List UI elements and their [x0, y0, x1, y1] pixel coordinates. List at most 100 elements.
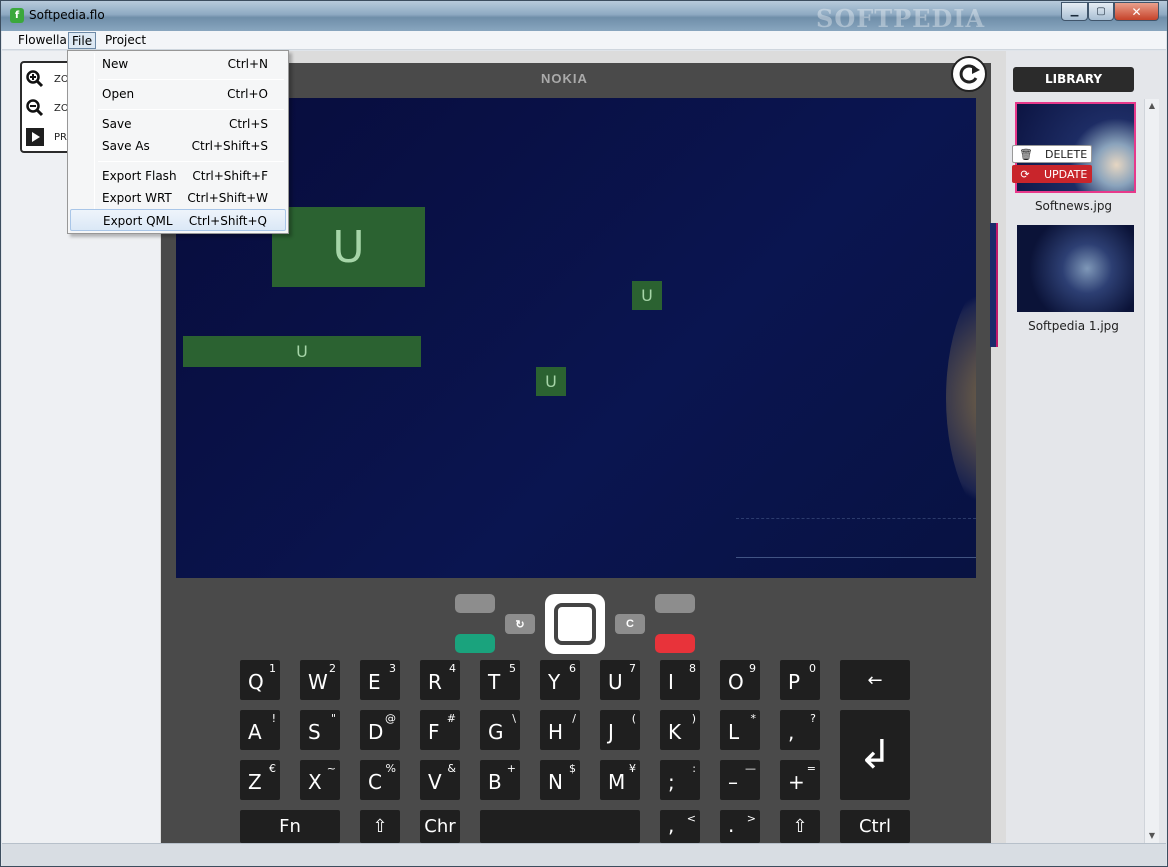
key-j[interactable]: J( [600, 710, 640, 750]
close-button[interactable]: ✕ [1114, 2, 1159, 21]
key-q[interactable]: Q1 [240, 660, 280, 700]
menu-item-shortcut: Ctrl+S [228, 117, 268, 131]
key-sub: 2 [329, 662, 336, 675]
key-backspace[interactable]: ← [840, 660, 910, 700]
menu-item-label: Open [102, 87, 135, 101]
key-w[interactable]: W2 [300, 660, 340, 700]
key-minus[interactable]: – — [720, 760, 760, 800]
menu-item-export-qml[interactable]: Export QML Ctrl+Shift+Q [70, 209, 286, 231]
delete-label: DELETE [1045, 147, 1088, 161]
key-u[interactable]: U7 [600, 660, 640, 700]
key-v[interactable]: V & [420, 760, 460, 800]
zoom-out-icon [26, 99, 44, 117]
dpad-center[interactable] [554, 603, 596, 645]
clear-key[interactable]: C [615, 614, 645, 634]
key-n[interactable]: N $ [540, 760, 580, 800]
key-sub: + [506, 762, 516, 775]
key-x[interactable]: X ~ [300, 760, 340, 800]
key-shift-right[interactable]: ⇧ [780, 810, 820, 843]
key-semicolon[interactable]: ;: [660, 760, 700, 800]
menu-item-open[interactable]: Open Ctrl+O [70, 83, 286, 105]
app-icon: f [10, 8, 24, 23]
key-main: T [488, 670, 501, 694]
menu-project[interactable]: Project [102, 32, 149, 49]
key-fn[interactable]: Fn [240, 810, 340, 843]
key-p[interactable]: P0 [780, 660, 820, 700]
minimize-button[interactable]: ▁ [1061, 2, 1088, 21]
next-screen-preview[interactable] [990, 223, 998, 347]
scroll-down-icon[interactable]: ▼ [1145, 829, 1159, 843]
update-button[interactable]: ⟳ UPDATE [1012, 165, 1092, 183]
rotate-device-button[interactable] [951, 56, 987, 92]
key-sub: 7 [629, 662, 636, 675]
key-ctrl[interactable]: Ctrl [840, 810, 910, 843]
shift-icon: ⇧ [372, 816, 388, 837]
key-c[interactable]: C% [360, 760, 400, 800]
key-r[interactable]: R4 [420, 660, 460, 700]
key-period[interactable]: . > [720, 810, 760, 843]
key-y[interactable]: Y6 [540, 660, 580, 700]
library-item-softpedia[interactable] [1015, 223, 1136, 314]
device-screen[interactable]: U U U U [176, 98, 976, 578]
trash-icon: 🗑 [1019, 147, 1033, 161]
menu-item-export-flash[interactable]: Export Flash Ctrl+Shift+F [70, 165, 286, 187]
hotspot-2[interactable]: U [632, 281, 662, 310]
navigation-dpad[interactable] [545, 594, 605, 654]
key-main: V [428, 770, 442, 794]
key-comma[interactable]: , < [660, 810, 700, 843]
clear-key-label: C [626, 618, 634, 630]
key-comma-question[interactable]: ,? [780, 710, 820, 750]
key-b[interactable]: B + [480, 760, 520, 800]
menu-file[interactable]: File [68, 32, 97, 49]
title-bar[interactable]: f Softpedia.flo SOFTPEDIA ▁ ▢ ✕ [1, 1, 1167, 33]
key-t[interactable]: T5 [480, 660, 520, 700]
menu-item-export-wrt[interactable]: Export WRT Ctrl+Shift+W [70, 187, 286, 209]
menu-item-save-as[interactable]: Save As Ctrl+Shift+S [70, 135, 286, 157]
key-sub: — [745, 762, 756, 775]
menu-item-label: Export Flash [102, 169, 177, 183]
key-g[interactable]: G \ [480, 710, 520, 750]
key-main: , [668, 813, 675, 837]
right-softkey[interactable] [655, 594, 695, 613]
key-d[interactable]: D @ [360, 710, 400, 750]
key-enter[interactable]: ↲ [840, 710, 910, 800]
left-softkey[interactable] [455, 594, 495, 613]
key-z[interactable]: Z € [240, 760, 280, 800]
key-main: U [608, 670, 623, 694]
hotspot-1[interactable]: U [272, 207, 425, 287]
key-i[interactable]: I8 [660, 660, 700, 700]
library-scrollbar[interactable]: ▲ ▼ [1144, 99, 1159, 843]
end-call-key[interactable] [655, 634, 695, 653]
key-space[interactable] [480, 810, 640, 843]
key-main: R [428, 670, 442, 694]
key-m[interactable]: M ¥ [600, 760, 640, 800]
key-sub: # [446, 712, 456, 725]
key-plus[interactable]: + = [780, 760, 820, 800]
menu-flowella[interactable]: Flowella [15, 32, 70, 49]
hotspot-4[interactable]: U [536, 367, 566, 396]
delete-button[interactable]: 🗑 DELETE [1012, 145, 1092, 163]
key-main: Y [548, 670, 561, 694]
call-key[interactable] [455, 634, 495, 653]
background-image-planet [946, 268, 976, 528]
scroll-up-icon[interactable]: ▲ [1145, 99, 1159, 113]
hotspot-3[interactable]: U [183, 336, 421, 367]
menu-key[interactable]: ↻ [505, 614, 535, 634]
key-chr[interactable]: Chr [420, 810, 460, 843]
key-a[interactable]: A! [240, 710, 280, 750]
key-sub: / [572, 712, 576, 725]
menu-item-new[interactable]: New Ctrl+N [70, 53, 286, 75]
key-s[interactable]: S " [300, 710, 340, 750]
menu-item-save[interactable]: Save Ctrl+S [70, 113, 286, 135]
key-sub: 1 [269, 662, 276, 675]
library-item-caption: Softpedia 1.jpg [1028, 319, 1119, 333]
key-main: , [788, 720, 795, 744]
key-f[interactable]: F # [420, 710, 460, 750]
key-o[interactable]: O9 [720, 660, 760, 700]
key-k[interactable]: K) [660, 710, 700, 750]
maximize-button[interactable]: ▢ [1088, 2, 1114, 21]
key-h[interactable]: H / [540, 710, 580, 750]
key-l[interactable]: L * [720, 710, 760, 750]
key-e[interactable]: E3 [360, 660, 400, 700]
key-shift-left[interactable]: ⇧ [360, 810, 400, 843]
